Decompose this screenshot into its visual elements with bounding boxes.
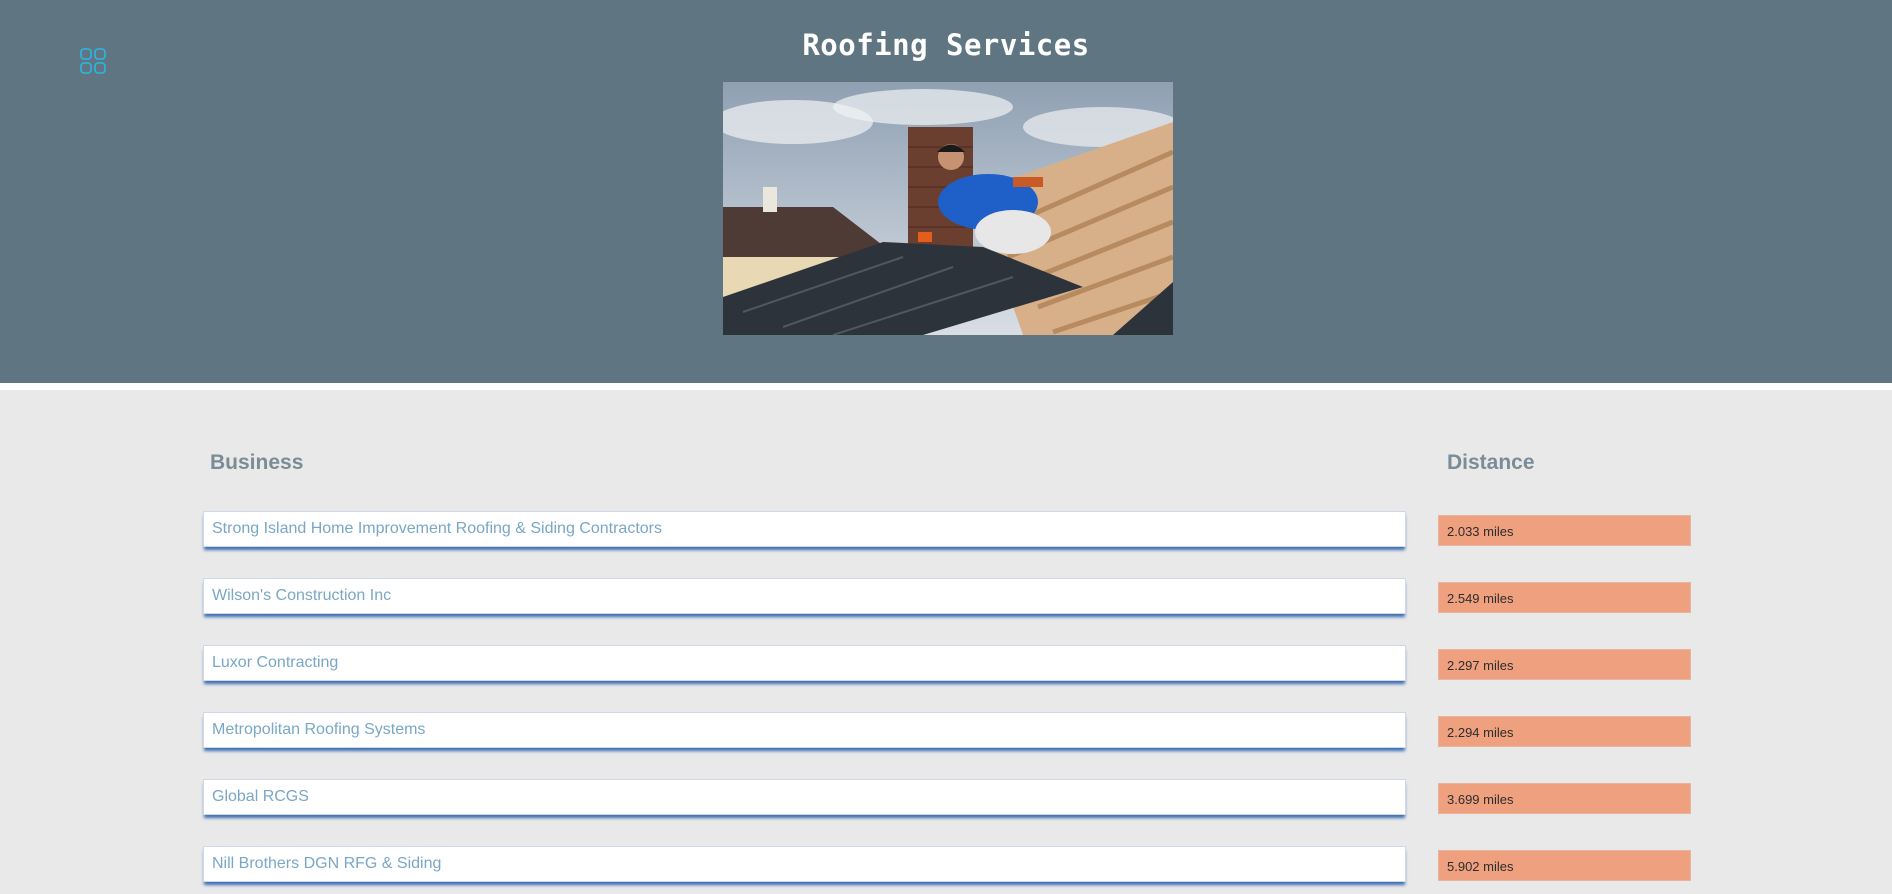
business-name: Metropolitan Roofing Systems: [212, 721, 426, 738]
business-link[interactable]: Nill Brothers DGN RFG & Siding: [203, 846, 1406, 882]
distance-value: 2.297 miles: [1447, 658, 1514, 673]
list-item: Luxor Contracting 2.297 miles: [0, 645, 1892, 685]
business-link[interactable]: Metropolitan Roofing Systems: [203, 712, 1406, 748]
list-item: Wilson's Construction Inc 2.549 miles: [0, 578, 1892, 618]
distance-badge: 2.549 miles: [1438, 582, 1691, 613]
business-link[interactable]: Strong Island Home Improvement Roofing &…: [203, 511, 1406, 547]
distance-badge: 5.902 miles: [1438, 850, 1691, 881]
page-header: Roofing Services: [0, 0, 1892, 383]
list-item: Global RCGS 3.699 miles: [0, 779, 1892, 819]
business-name: Luxor Contracting: [212, 654, 339, 671]
business-name: Global RCGS: [212, 788, 309, 805]
business-link[interactable]: Luxor Contracting: [203, 645, 1406, 681]
distance-badge: 2.294 miles: [1438, 716, 1691, 747]
page-title: Roofing Services: [802, 28, 1090, 62]
distance-value: 5.902 miles: [1447, 859, 1514, 874]
distance-value: 2.033 miles: [1447, 524, 1514, 539]
list-item: Nill Brothers DGN RFG & Siding 5.902 mil…: [0, 846, 1892, 886]
distance-badge: 3.699 miles: [1438, 783, 1691, 814]
distance-value: 2.549 miles: [1447, 591, 1514, 606]
business-link[interactable]: Wilson's Construction Inc: [203, 578, 1406, 614]
business-name: Nill Brothers DGN RFG & Siding: [212, 855, 442, 872]
business-name: Strong Island Home Improvement Roofing &…: [212, 520, 662, 537]
list-item: Strong Island Home Improvement Roofing &…: [0, 511, 1892, 551]
header-divider: [0, 383, 1892, 390]
distance-value: 3.699 miles: [1447, 792, 1514, 807]
distance-badge: 2.297 miles: [1438, 649, 1691, 680]
distance-value: 2.294 miles: [1447, 725, 1514, 740]
business-column-header: Business: [210, 451, 304, 474]
list-item: Metropolitan Roofing Systems 2.294 miles: [0, 712, 1892, 752]
business-link[interactable]: Global RCGS: [203, 779, 1406, 815]
distance-badge: 2.033 miles: [1438, 515, 1691, 546]
distance-column-header: Distance: [1447, 451, 1535, 474]
hero-image: [723, 82, 1173, 335]
business-name: Wilson's Construction Inc: [212, 587, 392, 604]
